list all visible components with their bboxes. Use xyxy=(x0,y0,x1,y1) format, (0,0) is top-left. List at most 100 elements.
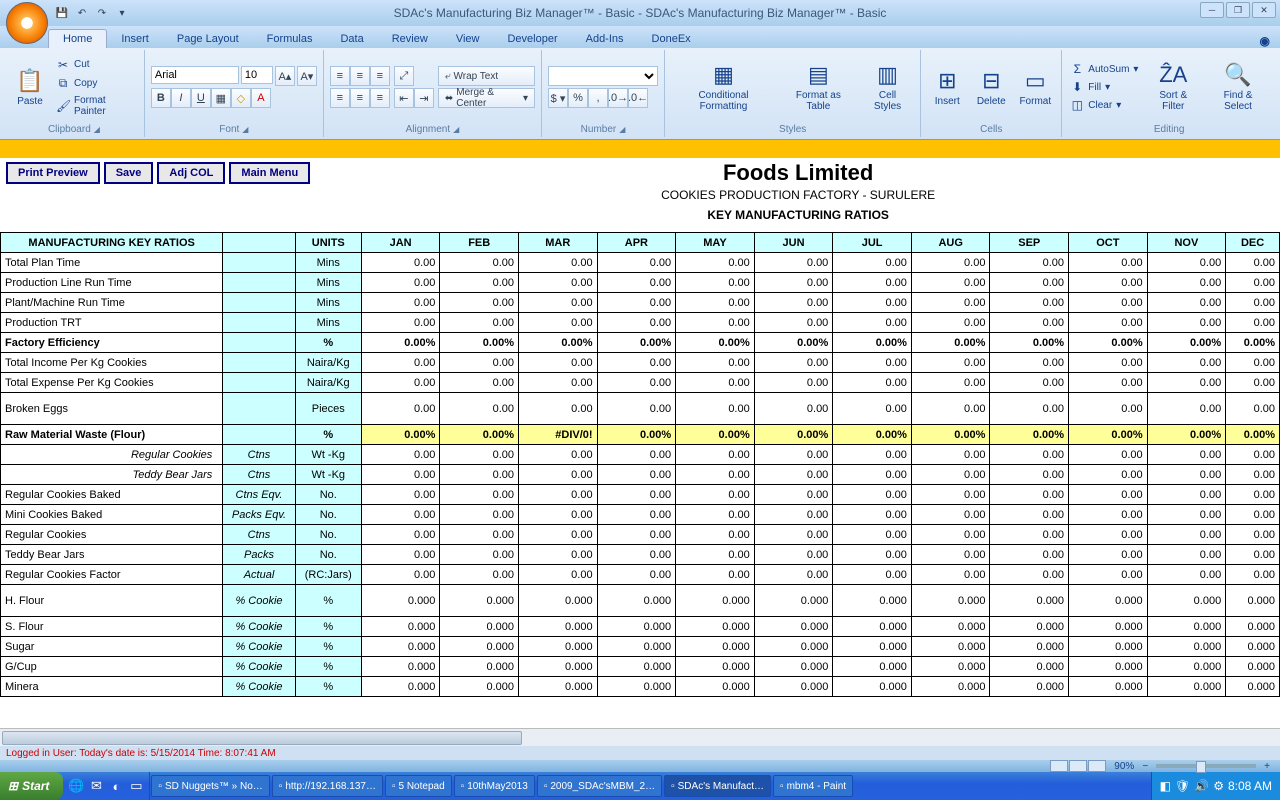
cell-value[interactable]: 0.000 xyxy=(676,637,755,657)
tab-data[interactable]: Data xyxy=(326,30,377,48)
align-top-icon[interactable]: ≡ xyxy=(330,66,350,86)
cell-value[interactable]: 0.00% xyxy=(361,425,440,445)
cell-value[interactable]: 0.00 xyxy=(361,485,440,505)
cell-value[interactable]: 0.00 xyxy=(1069,545,1148,565)
system-tray[interactable]: ◧🛡🔊⚙ 8:08 AM xyxy=(1151,772,1280,800)
cell-value[interactable]: 0.00 xyxy=(361,525,440,545)
cell-value[interactable]: 0.00 xyxy=(440,353,519,373)
cell-value[interactable]: 0.000 xyxy=(676,617,755,637)
tab-home[interactable]: Home xyxy=(48,29,107,48)
cell-value[interactable]: 0.00 xyxy=(440,393,519,425)
cell-value[interactable]: 0.00 xyxy=(519,313,598,333)
cell-value[interactable]: 0.00 xyxy=(519,545,598,565)
cell-value[interactable]: 0.000 xyxy=(597,657,676,677)
cell-value[interactable]: 0.000 xyxy=(676,677,755,697)
table-row[interactable]: Regular CookiesCtnsWt -Kg0.000.000.000.0… xyxy=(1,445,1280,465)
cell-value[interactable]: 0.00 xyxy=(440,565,519,585)
tab-page-layout[interactable]: Page Layout xyxy=(163,30,253,48)
cell-value[interactable]: 0.00 xyxy=(519,465,598,485)
cell-value[interactable]: 0.00 xyxy=(519,565,598,585)
cell-value[interactable]: 0.00 xyxy=(833,465,912,485)
cell-styles-button[interactable]: ▥Cell Styles xyxy=(861,60,915,114)
cell-value[interactable]: 0.00 xyxy=(911,565,990,585)
decrease-decimal-icon[interactable]: .0← xyxy=(628,88,648,108)
cell-value[interactable]: 0.00 xyxy=(440,525,519,545)
cell-value[interactable]: 0.00% xyxy=(440,425,519,445)
cell-value[interactable]: 0.00 xyxy=(676,353,755,373)
undo-icon[interactable]: ↶ xyxy=(74,5,90,21)
cell-value[interactable]: 0.00 xyxy=(519,393,598,425)
clock[interactable]: 8:08 AM xyxy=(1228,779,1272,793)
wrap-text-button[interactable]: ⤶Wrap Text xyxy=(438,66,535,86)
cell-value[interactable]: 0.000 xyxy=(990,657,1069,677)
orientation-icon[interactable]: ⤢ xyxy=(394,66,414,86)
cell-value[interactable]: 0.00 xyxy=(1147,353,1226,373)
percent-icon[interactable]: % xyxy=(568,88,588,108)
format-as-table-button[interactable]: ▤Format as Table xyxy=(780,60,857,114)
zoom-level[interactable]: 90% xyxy=(1114,761,1134,772)
increase-decimal-icon[interactable]: .0→ xyxy=(608,88,628,108)
cell-value[interactable]: 0.00 xyxy=(361,565,440,585)
cell-value[interactable]: 0.000 xyxy=(754,585,833,617)
cell-value[interactable]: 0.000 xyxy=(833,677,912,697)
cell-value[interactable]: 0.00 xyxy=(754,445,833,465)
office-button[interactable] xyxy=(6,2,48,44)
cell-value[interactable]: 0.000 xyxy=(1147,677,1226,697)
table-row[interactable]: Regular Cookies FactorActual(RC:Jars)0.0… xyxy=(1,565,1280,585)
cell-value[interactable]: 0.00 xyxy=(1226,353,1280,373)
cell-value[interactable]: 0.00 xyxy=(676,545,755,565)
cell-value[interactable]: 0.00 xyxy=(676,313,755,333)
cell-value[interactable]: 0.00 xyxy=(1226,373,1280,393)
cell-value[interactable]: 0.00 xyxy=(597,373,676,393)
cell-value[interactable]: 0.00 xyxy=(676,525,755,545)
cell-value[interactable]: 0.00% xyxy=(754,333,833,353)
cell-value[interactable]: 0.00 xyxy=(754,545,833,565)
cell-value[interactable]: 0.00 xyxy=(676,485,755,505)
cell-value[interactable]: 0.00 xyxy=(597,273,676,293)
table-row[interactable]: Mini Cookies BakedPacks Eqv.No.0.000.000… xyxy=(1,505,1280,525)
close-button[interactable]: ✕ xyxy=(1252,2,1276,18)
cell-value[interactable]: 0.00 xyxy=(519,373,598,393)
cell-value[interactable]: 0.00 xyxy=(1069,485,1148,505)
fill-color-button[interactable]: ◇ xyxy=(231,88,251,108)
cell-value[interactable]: 0.00 xyxy=(1147,293,1226,313)
cell-value[interactable]: 0.000 xyxy=(519,657,598,677)
cell-value[interactable]: 0.00 xyxy=(1226,445,1280,465)
cell-value[interactable]: 0.000 xyxy=(361,617,440,637)
table-row[interactable]: Regular CookiesCtnsNo.0.000.000.000.000.… xyxy=(1,525,1280,545)
table-row[interactable]: Factory Efficiency%0.00%0.00%0.00%0.00%0… xyxy=(1,333,1280,353)
dialog-launcher-icon[interactable]: ◢ xyxy=(619,125,625,134)
italic-button[interactable]: I xyxy=(171,88,191,108)
cell-value[interactable]: #DIV/0! xyxy=(519,425,598,445)
table-row[interactable]: G/Cup% Cookie%0.0000.0000.0000.0000.0000… xyxy=(1,657,1280,677)
cell-value[interactable]: 0.00% xyxy=(833,333,912,353)
cell-value[interactable]: 0.00% xyxy=(1226,425,1280,445)
format-button[interactable]: ▭Format xyxy=(1015,66,1055,109)
cell-value[interactable]: 0.00 xyxy=(990,253,1069,273)
cell-value[interactable]: 0.000 xyxy=(440,637,519,657)
cell-value[interactable]: 0.000 xyxy=(1226,677,1280,697)
cell-value[interactable]: 0.000 xyxy=(990,585,1069,617)
cell-value[interactable]: 0.00 xyxy=(911,445,990,465)
cell-value[interactable]: 0.00 xyxy=(754,373,833,393)
cell-value[interactable]: 0.00 xyxy=(990,445,1069,465)
shrink-font-icon[interactable]: A▾ xyxy=(297,66,317,86)
cell-value[interactable]: 0.000 xyxy=(676,657,755,677)
tray-icon[interactable]: ◧ xyxy=(1160,779,1171,793)
cell-value[interactable]: 0.00 xyxy=(440,373,519,393)
tab-doneex[interactable]: DoneEx xyxy=(638,30,705,48)
cell-value[interactable]: 0.00 xyxy=(597,253,676,273)
cell-value[interactable]: 0.000 xyxy=(597,637,676,657)
cell-value[interactable]: 0.00 xyxy=(597,565,676,585)
cell-value[interactable]: 0.00 xyxy=(1069,253,1148,273)
cell-value[interactable]: 0.00 xyxy=(1069,565,1148,585)
zoom-in-icon[interactable]: + xyxy=(1264,761,1270,772)
cell-value[interactable]: 0.00 xyxy=(440,465,519,485)
cell-value[interactable]: 0.00% xyxy=(361,333,440,353)
cell-value[interactable]: 0.00 xyxy=(519,505,598,525)
table-row[interactable]: Sugar% Cookie%0.0000.0000.0000.0000.0000… xyxy=(1,637,1280,657)
copy-button[interactable]: ⧉Copy xyxy=(54,75,138,92)
cell-value[interactable]: 0.00 xyxy=(440,273,519,293)
tab-formulas[interactable]: Formulas xyxy=(253,30,327,48)
cell-value[interactable]: 0.00 xyxy=(519,273,598,293)
